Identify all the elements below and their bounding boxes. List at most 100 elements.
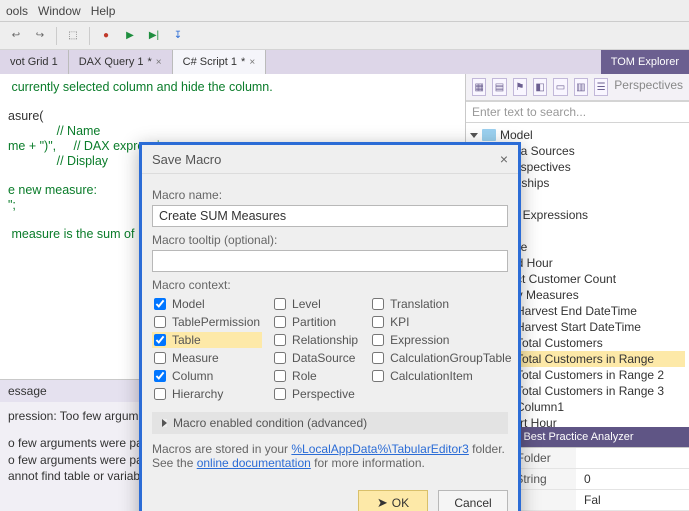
- tab-label: vot Grid 1: [10, 56, 58, 68]
- tree-label: Total Customers in Range 2: [516, 368, 664, 382]
- tab-pivot-grid[interactable]: vot Grid 1: [0, 50, 69, 74]
- redo-icon[interactable]: ↪: [32, 28, 48, 44]
- dialog-titlebar: Save Macro ×: [142, 145, 518, 174]
- checkbox[interactable]: [372, 298, 384, 310]
- search-input[interactable]: Enter text to search...: [466, 101, 689, 123]
- context-calculationgrouptable[interactable]: CalculationGroupTable: [370, 350, 513, 366]
- checkbox[interactable]: [274, 334, 286, 346]
- dialog-footer: ➤ OK Cancel: [142, 480, 518, 511]
- prop-value[interactable]: [576, 448, 689, 468]
- checkbox[interactable]: [154, 298, 166, 310]
- prop-value[interactable]: Fal: [576, 490, 689, 510]
- tab-label: C# Script 1: [183, 56, 237, 68]
- context-column[interactable]: Column: [152, 368, 262, 384]
- checkbox-label: KPI: [390, 315, 409, 329]
- build-icon[interactable]: ⬚: [65, 28, 81, 44]
- panel-title: TOM Explorer: [611, 56, 679, 68]
- checkbox[interactable]: [154, 370, 166, 382]
- undo-icon[interactable]: ↩: [8, 28, 24, 44]
- macro-name-label: Macro name:: [152, 188, 508, 202]
- context-measure[interactable]: Measure: [152, 350, 262, 366]
- chevron-right-icon: [162, 419, 167, 427]
- tool-btn[interactable]: ▦: [472, 78, 486, 96]
- cancel-button[interactable]: Cancel: [438, 490, 508, 511]
- context-datasource[interactable]: DataSource: [272, 350, 360, 366]
- code-line: ";: [8, 198, 16, 212]
- tool-btn[interactable]: ⚑: [513, 78, 527, 96]
- context-tablepermission[interactable]: TablePermission: [152, 314, 262, 330]
- checkbox-label: CalculationItem: [390, 369, 473, 383]
- checkbox[interactable]: [154, 352, 166, 364]
- checkbox-label: CalculationGroupTable: [390, 351, 511, 365]
- ok-button[interactable]: ➤ OK: [358, 490, 428, 511]
- save-macro-icon[interactable]: ↧: [170, 28, 186, 44]
- checkbox[interactable]: [274, 298, 286, 310]
- checkbox[interactable]: [154, 388, 166, 400]
- context-model[interactable]: Model: [152, 296, 262, 312]
- tool-btn[interactable]: ▭: [553, 78, 567, 96]
- checkbox[interactable]: [154, 316, 166, 328]
- checkbox[interactable]: [274, 352, 286, 364]
- tab-csharp-script[interactable]: C# Script 1 * ×: [173, 50, 267, 74]
- tree-label: Total Customers in Range: [516, 352, 654, 366]
- prop-value[interactable]: 0: [576, 469, 689, 489]
- checkbox[interactable]: [274, 316, 286, 328]
- tree-item[interactable]: Model: [470, 127, 685, 143]
- context-translation[interactable]: Translation: [370, 296, 513, 312]
- context-level[interactable]: Level: [272, 296, 360, 312]
- checkbox[interactable]: [154, 334, 166, 346]
- menu-bar: ools Window Help: [0, 0, 689, 22]
- menu-tools[interactable]: ools: [6, 4, 28, 18]
- context-partition[interactable]: Partition: [272, 314, 360, 330]
- context-expression[interactable]: Expression: [370, 332, 513, 348]
- close-icon[interactable]: ×: [500, 151, 508, 167]
- context-hierarchy[interactable]: Hierarchy: [152, 386, 262, 402]
- tool-btn[interactable]: ◧: [533, 78, 547, 96]
- run-selection-icon[interactable]: ▶|: [146, 28, 162, 44]
- dialog-info: Macros are stored in your %LocalAppData%…: [152, 442, 508, 470]
- menu-help[interactable]: Help: [91, 4, 116, 18]
- checkbox[interactable]: [274, 388, 286, 400]
- context-relationship[interactable]: Relationship: [272, 332, 360, 348]
- context-perspective[interactable]: Perspective: [272, 386, 360, 402]
- localappdata-link[interactable]: %LocalAppData%\TabularEditor3: [291, 442, 468, 456]
- tool-btn[interactable]: ☰: [594, 78, 608, 96]
- checkbox-label: Relationship: [292, 333, 358, 347]
- close-icon[interactable]: ×: [156, 57, 162, 68]
- menu-window[interactable]: Window: [38, 4, 81, 18]
- checkbox-label: Partition: [292, 315, 336, 329]
- context-kpi[interactable]: KPI: [370, 314, 513, 330]
- tool-btn[interactable]: ▥: [574, 78, 588, 96]
- macro-tooltip-label: Macro tooltip (optional):: [152, 233, 508, 247]
- tab-dax-query[interactable]: DAX Query 1* ×: [69, 50, 173, 74]
- checkbox-label: Role: [292, 369, 317, 383]
- tree-label: Total Customers in Range 3: [516, 384, 664, 398]
- bpa-label[interactable]: Best Practice Analyzer: [523, 431, 633, 443]
- tom-explorer-header: TOM Explorer: [601, 50, 689, 74]
- info-text: Macros are stored in your: [152, 442, 291, 456]
- context-table[interactable]: Table: [152, 332, 262, 348]
- perspectives-dropdown[interactable]: Perspectives: [614, 78, 683, 96]
- explorer-toolbar: ▦ ▤ ⚑ ◧ ▭ ▥ ☰ Perspectives: [466, 74, 689, 101]
- checkbox[interactable]: [372, 370, 384, 382]
- context-calculationitem[interactable]: CalculationItem: [370, 368, 513, 384]
- macro-tooltip-input[interactable]: [152, 250, 508, 272]
- checkbox[interactable]: [372, 334, 384, 346]
- checkbox[interactable]: [372, 352, 384, 364]
- tree-label: Harvest Start DateTime: [516, 320, 641, 334]
- advanced-label: Macro enabled condition (advanced): [173, 416, 367, 430]
- context-role[interactable]: Role: [272, 368, 360, 384]
- docs-link[interactable]: online documentation: [197, 456, 311, 470]
- close-icon[interactable]: ×: [249, 57, 255, 68]
- checkbox[interactable]: [372, 316, 384, 328]
- macro-name-input[interactable]: [152, 205, 508, 227]
- expand-icon[interactable]: [470, 133, 478, 138]
- advanced-expander[interactable]: Macro enabled condition (advanced): [152, 412, 508, 434]
- dirty-marker: *: [241, 56, 245, 68]
- record-icon[interactable]: ●: [98, 28, 114, 44]
- tool-btn[interactable]: ▤: [492, 78, 506, 96]
- run-icon[interactable]: ▶: [122, 28, 138, 44]
- checkbox[interactable]: [274, 370, 286, 382]
- tree-label: Harvest End DateTime: [516, 304, 637, 318]
- code-line: // Display: [8, 154, 108, 168]
